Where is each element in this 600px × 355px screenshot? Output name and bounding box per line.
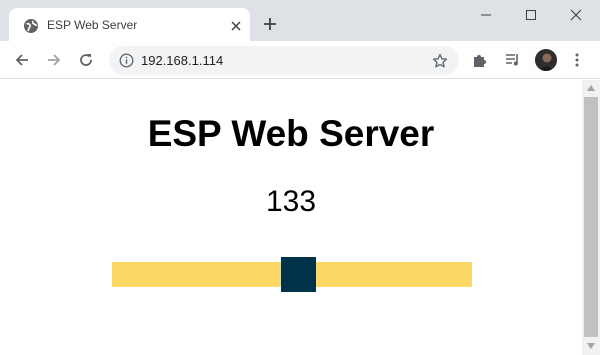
page-viewport: ESP Web Server 133 xyxy=(0,80,582,355)
browser-tab[interactable]: ESP Web Server xyxy=(9,8,250,42)
tab-strip: ESP Web Server xyxy=(0,0,600,42)
close-window-icon[interactable] xyxy=(562,4,590,26)
kebab-menu-icon[interactable] xyxy=(569,52,585,68)
media-queue-icon[interactable] xyxy=(505,52,521,68)
maximize-icon[interactable] xyxy=(517,4,545,26)
scrollbar-thumb[interactable] xyxy=(584,97,598,337)
address-bar[interactable]: 192.168.1.114 xyxy=(109,46,459,75)
minimize-icon[interactable] xyxy=(472,4,500,26)
slider-value: 133 xyxy=(265,185,317,218)
arrow-right-icon[interactable] xyxy=(46,52,62,68)
reload-icon[interactable] xyxy=(78,52,94,68)
globe-icon xyxy=(24,19,38,33)
tab-title: ESP Web Server xyxy=(47,18,138,32)
browser-toolbar: 192.168.1.114 xyxy=(0,41,600,79)
star-icon[interactable] xyxy=(432,53,448,69)
avatar[interactable] xyxy=(535,49,557,71)
pwm-slider[interactable] xyxy=(112,257,472,292)
slider-thumb[interactable] xyxy=(281,257,316,292)
close-icon[interactable] xyxy=(228,18,244,34)
info-icon[interactable] xyxy=(119,53,134,68)
vertical-scrollbar[interactable] xyxy=(582,80,600,355)
plus-icon[interactable] xyxy=(262,16,278,32)
scroll-down-arrow-icon[interactable] xyxy=(586,342,596,350)
scroll-up-arrow-icon[interactable] xyxy=(586,84,596,92)
arrow-left-icon[interactable] xyxy=(14,52,30,68)
puzzle-icon[interactable] xyxy=(472,52,488,68)
url-text[interactable]: 192.168.1.114 xyxy=(141,53,223,68)
page-title: ESP Web Server xyxy=(147,113,435,154)
